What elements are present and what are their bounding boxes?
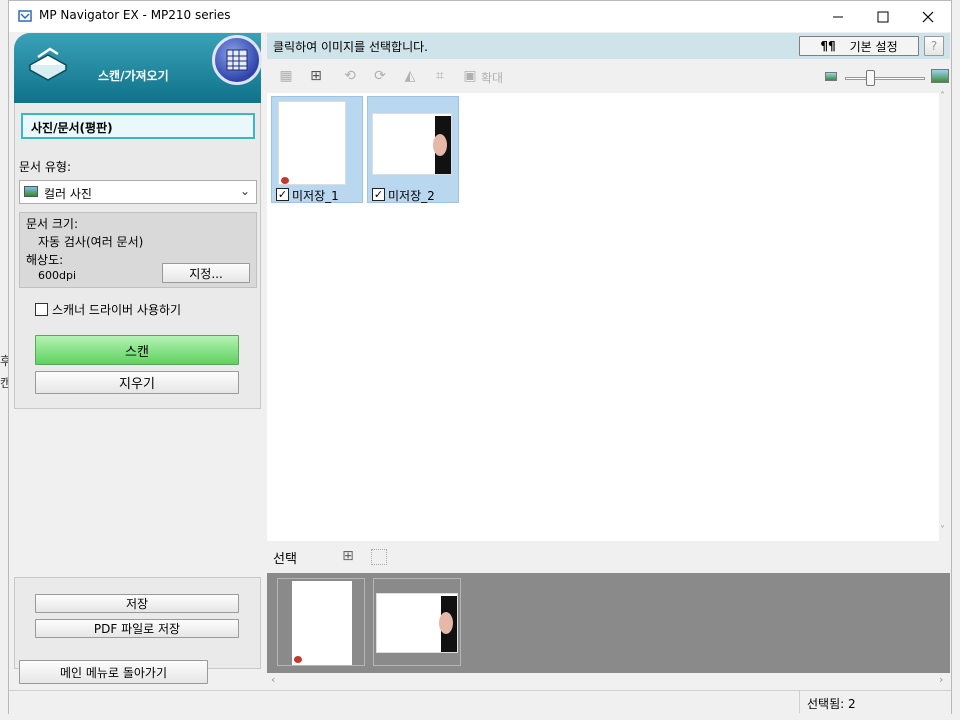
- vertical-scrollbar[interactable]: ˄ ˅: [939, 91, 950, 541]
- tray-page-preview: [376, 593, 458, 653]
- scan-button[interactable]: 스캔: [35, 335, 239, 365]
- thumbnail-name: 미저장_2: [388, 189, 435, 203]
- face-mark: [433, 134, 447, 156]
- preferences-icon: ¶¶: [820, 39, 836, 53]
- scan-import-label: 스캔/가져오기: [98, 69, 169, 83]
- thumbnail-name: 미저장_1: [292, 189, 339, 203]
- main-menu-button[interactable]: 메인 메뉴로 돌아가기: [19, 660, 208, 684]
- instruction-bar: 클릭하여 이미지를 선택합니다. ¶¶ 기본 설정 ?: [267, 33, 950, 59]
- tray-item[interactable]: [373, 578, 461, 666]
- left-panel: 스캔/가져오기 사진/문서(평판) 문서 유형: 컬러 사진 ⌄ 문서 크기: …: [12, 33, 262, 693]
- crop-icon[interactable]: ⌗: [431, 67, 449, 85]
- tray-item[interactable]: [277, 578, 365, 666]
- app-icon: [18, 10, 32, 22]
- doc-size-value: 자동 검사(여러 문서): [38, 235, 144, 249]
- edge-text: 후: [0, 354, 8, 368]
- resolution-label: 해상도:: [26, 253, 64, 267]
- mark-icon: [281, 177, 289, 184]
- doc-type-label: 문서 유형:: [19, 160, 72, 174]
- selection-bar: 선택 ⊞: [267, 541, 950, 573]
- save-pdf-button[interactable]: PDF 파일로 저장: [35, 619, 239, 638]
- image-toolbar: ▦ ⊞ ⟲ ⟳ ◭ ⌗ ▣ 확대: [267, 61, 950, 91]
- deselect-tray-icon[interactable]: [371, 549, 387, 565]
- slider-handle[interactable]: [866, 70, 875, 86]
- globe-grid-icon[interactable]: [212, 35, 262, 85]
- mode-selector[interactable]: 사진/문서(평판): [21, 113, 255, 139]
- status-divider: [799, 691, 800, 713]
- help-button[interactable]: ?: [924, 36, 944, 56]
- thumbnail-area: ✓ 미저장_1 ✓ 미저장_2: [267, 93, 939, 541]
- deselect-grid-icon[interactable]: ⊞: [307, 67, 325, 85]
- scanner-driver-checkbox[interactable]: [35, 303, 48, 316]
- zoom-icon[interactable]: ▣: [461, 67, 479, 85]
- selected-count: 선택됨: 2: [807, 697, 856, 711]
- thumbnail-checkbox[interactable]: ✓: [372, 188, 385, 201]
- select-all-tray-icon[interactable]: ⊞: [339, 547, 357, 565]
- specify-button[interactable]: 지정...: [162, 263, 250, 283]
- rotate-left-icon[interactable]: ⟲: [341, 67, 359, 85]
- scroll-left-icon[interactable]: ‹: [271, 673, 275, 686]
- scroll-right-icon[interactable]: ›: [939, 673, 943, 686]
- mirror-icon[interactable]: ◭: [401, 67, 419, 85]
- save-button[interactable]: 저장: [35, 594, 239, 613]
- close-button[interactable]: [905, 1, 951, 32]
- close-icon: [922, 11, 934, 22]
- rotate-right-icon[interactable]: ⟳: [371, 67, 389, 85]
- background-window-edge: 후 캔: [0, 350, 8, 394]
- photo-icon: [24, 186, 38, 197]
- clear-button[interactable]: 지우기: [35, 371, 239, 394]
- face-mark: [439, 612, 453, 634]
- maximize-icon: [877, 11, 889, 22]
- app-window: MP Navigator EX - MP210 series 스캔/가져오기 사…: [8, 0, 952, 714]
- mark-icon: [294, 656, 302, 663]
- doc-type-select[interactable]: 컬러 사진 ⌄: [19, 180, 257, 204]
- doc-type-value: 컬러 사진: [44, 187, 92, 201]
- preferences-label: 기본 설정: [849, 39, 898, 54]
- status-bar: 선택됨: 2: [9, 690, 951, 714]
- scanner-icon: [28, 47, 68, 81]
- small-image-icon: [825, 72, 837, 81]
- minimize-button[interactable]: [815, 1, 861, 32]
- scanned-page-preview: [372, 113, 452, 175]
- edge-text: 캔: [0, 376, 8, 390]
- zoom-label: 확대: [481, 71, 504, 85]
- scroll-down-icon[interactable]: ˅: [940, 525, 945, 536]
- title-bar: MP Navigator EX - MP210 series: [9, 1, 951, 32]
- select-all-icon[interactable]: ▦: [277, 67, 295, 85]
- resolution-value: 600dpi: [38, 269, 77, 282]
- selected-images-tray: [267, 573, 950, 673]
- grid-icon: [226, 49, 248, 71]
- horizontal-scrollbar[interactable]: ‹ ›: [267, 673, 950, 689]
- minimize-icon: [833, 16, 843, 17]
- chevron-down-icon: ⌄: [239, 184, 250, 198]
- scanner-driver-label: 스캐너 드라이버 사용하기: [52, 303, 182, 317]
- thumbnail-item[interactable]: ✓ 미저장_2: [367, 96, 459, 203]
- window-title: MP Navigator EX - MP210 series: [39, 8, 231, 22]
- thumbnail-checkbox[interactable]: ✓: [276, 188, 289, 201]
- maximize-button[interactable]: [860, 1, 906, 32]
- scanned-page-preview: [278, 101, 346, 185]
- instruction-text: 클릭하여 이미지를 선택합니다.: [273, 40, 428, 54]
- scan-info-box: 문서 크기: 자동 검사(여러 문서) 해상도: 600dpi 지정...: [19, 212, 257, 288]
- thumbnail-item[interactable]: ✓ 미저장_1: [271, 96, 363, 203]
- scroll-up-icon[interactable]: ˄: [940, 91, 945, 102]
- save-panel: 저장 PDF 파일로 저장: [14, 577, 261, 669]
- large-image-icon: [931, 69, 949, 83]
- tray-page-preview: [292, 581, 352, 665]
- select-label: 선택: [273, 552, 297, 567]
- scan-settings-panel: 사진/문서(평판) 문서 유형: 컬러 사진 ⌄ 문서 크기: 자동 검사(여러…: [14, 103, 261, 409]
- doc-size-label: 문서 크기:: [26, 217, 79, 231]
- preferences-button[interactable]: ¶¶ 기본 설정: [799, 36, 919, 56]
- thumbnail-size-slider[interactable]: [845, 70, 925, 86]
